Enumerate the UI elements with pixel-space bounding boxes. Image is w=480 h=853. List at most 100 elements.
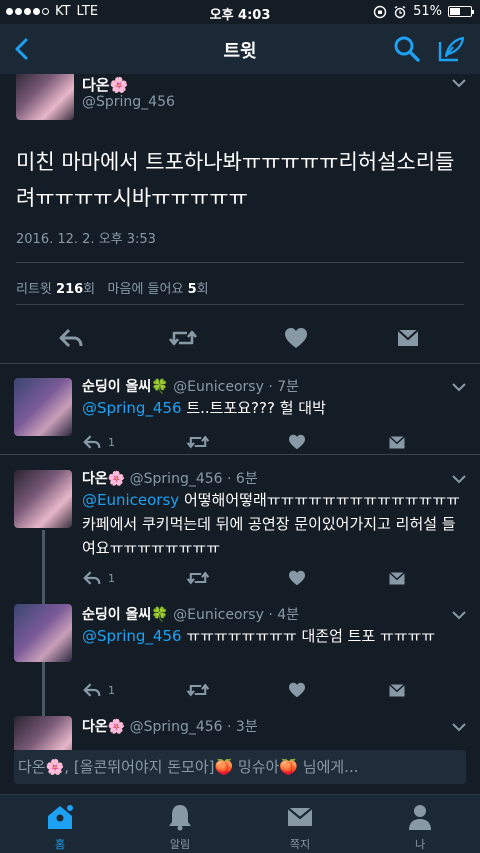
reply-header: 다온🌸 @Spring_456 · 6분 — [82, 468, 258, 488]
retweet-action[interactable] — [186, 568, 210, 588]
mention-link[interactable]: @Euniceorsy — [82, 491, 179, 509]
like-action[interactable] — [288, 432, 306, 452]
tab-bar: 홈 알림 쪽지 나 — [0, 794, 480, 853]
reply-tweet[interactable]: 다온🌸 @Spring_456 · 6분 @Euniceorsy 어떻해어떻래ㅠ… — [0, 466, 480, 596]
tweet-detail-view[interactable]: 다온🌸 @Spring_456 미친 마마에서 트포하나봐ㅠㅠㅠㅠㅠ리허설소리들… — [0, 74, 480, 750]
avatar[interactable] — [14, 604, 72, 662]
chevron-down-icon[interactable] — [452, 78, 466, 88]
reply-text: @Spring_456 ㅠㅠㅠㅠㅠㅠㅠㅠ 대존엄 트포 ㅠㅠㅠㅠ — [82, 627, 436, 645]
retweet-action[interactable] — [186, 680, 210, 700]
search-icon[interactable] — [392, 34, 422, 64]
reply-actions: 1 — [82, 680, 422, 700]
retweet-icon[interactable] — [186, 682, 210, 698]
reply-header: 다온🌸 @Spring_456 · 3분 — [82, 716, 258, 736]
retweet-icon[interactable] — [168, 328, 198, 348]
divider — [16, 262, 464, 263]
avatar[interactable] — [14, 716, 72, 750]
divider — [0, 454, 480, 455]
retweet-icon[interactable] — [186, 434, 210, 450]
author-meta: @Spring_456 · 6분 — [129, 471, 258, 487]
author-meta: @Euniceorsy · 4분 — [173, 607, 300, 623]
author-handle[interactable]: @Spring_456 — [82, 94, 175, 110]
reply-action[interactable]: 1 — [82, 568, 115, 588]
tab-notifications[interactable]: 알림 — [150, 803, 210, 852]
chevron-down-icon[interactable] — [452, 382, 466, 392]
tweet-stats: 리트윗 216회 마음에 들어요 5회 — [16, 278, 209, 297]
author-name[interactable]: 다온🌸 — [82, 471, 125, 487]
avatar[interactable] — [14, 470, 72, 528]
tweet-timestamp: 2016. 12. 2. 오후 3:53 — [16, 232, 156, 247]
message-action[interactable] — [388, 432, 406, 452]
reply-icon[interactable] — [82, 682, 102, 698]
author-name[interactable]: 순딩이 올씨🍀 — [82, 379, 169, 395]
reply-text: @Euniceorsy 어떻해어떻래ㅠㅠㅠㅠㅠㅠㅠㅠㅠㅠㅠㅠㅠㅠ카페에서 쿠키먹… — [82, 491, 460, 557]
message-icon[interactable] — [388, 683, 406, 698]
reply-actions: 1 — [82, 568, 422, 588]
battery-icon — [448, 6, 474, 17]
like-action[interactable] — [288, 680, 306, 700]
heart-icon[interactable] — [288, 570, 306, 586]
reply-tweet[interactable]: 순딩이 올씨🍀 @Euniceorsy · 7분 @Spring_456 트..… — [0, 374, 480, 462]
tweet-text: 미친 마마에서 트포하나봐ㅠㅠㅠㅠㅠ리허설소리들려ㅠㅠㅠㅠ시바ㅠㅠㅠㅠㅠ — [16, 150, 455, 210]
tab-me[interactable]: 나 — [390, 803, 450, 852]
message-action[interactable] — [388, 568, 406, 588]
reply-count: 1 — [108, 435, 115, 449]
nav-bar: 트윗 — [0, 24, 480, 74]
tab-label: 쪽지 — [289, 838, 311, 851]
message-icon[interactable] — [388, 571, 406, 586]
tab-label: 홈 — [54, 838, 66, 851]
reply-tweet[interactable]: 순딩이 올씨🍀 @Euniceorsy · 4분 @Spring_456 ㅠㅠㅠ… — [0, 602, 480, 702]
author-meta: @Spring_456 · 3분 — [129, 719, 258, 735]
reply-action[interactable]: 1 — [82, 432, 115, 452]
message-icon[interactable] — [396, 328, 420, 348]
message-icon — [287, 807, 313, 826]
reply-header: 순딩이 올씨🍀 @Euniceorsy · 7분 — [82, 376, 299, 396]
like-stat[interactable]: 마음에 들어요 5회 — [108, 282, 209, 297]
status-right: 51% — [373, 4, 474, 19]
avatar[interactable] — [16, 74, 74, 120]
mention-link[interactable]: @Spring_456 — [82, 627, 182, 645]
retweet-stat[interactable]: 리트윗 216회 — [16, 282, 95, 297]
reply-count: 1 — [108, 683, 115, 697]
chevron-down-icon[interactable] — [452, 722, 466, 732]
chevron-down-icon[interactable] — [452, 610, 466, 620]
author-name[interactable]: 다온🌸 — [82, 74, 128, 95]
reply-action[interactable]: 1 — [82, 680, 115, 700]
chevron-down-icon[interactable] — [452, 474, 466, 484]
author-meta: @Euniceorsy · 7분 — [173, 379, 300, 395]
bell-icon — [169, 805, 191, 831]
heart-icon[interactable] — [284, 327, 308, 349]
reply-text: @Spring_456 트..트포요??? 헐 대박 — [82, 399, 326, 417]
tab-label: 알림 — [169, 838, 191, 851]
reply-icon[interactable] — [82, 570, 102, 586]
home-icon — [48, 805, 73, 829]
message-icon[interactable] — [388, 435, 406, 450]
reply-icon[interactable] — [82, 434, 102, 450]
heart-icon[interactable] — [288, 434, 306, 450]
author-name[interactable]: 다온🌸 — [82, 719, 125, 735]
retweet-action[interactable] — [186, 432, 210, 452]
main-tweet: 다온🌸 @Spring_456 미친 마마에서 트포하나봐ㅠㅠㅠㅠㅠ리허설소리들… — [0, 74, 480, 364]
person-icon — [409, 805, 431, 830]
reply-count: 1 — [108, 571, 115, 585]
reply-input[interactable]: 다온🌸, [올콘뛰어야지 돈모아]🍑 밍슈아🍑 님에게... — [14, 750, 466, 784]
status-bar: KT LTE 오후 4:03 51% — [0, 0, 480, 24]
main-tweet-actions — [0, 324, 480, 354]
tab-home[interactable]: 홈 — [30, 803, 90, 852]
reply-tweet[interactable]: 다온🌸 @Spring_456 · 3분 — [0, 714, 480, 750]
rotation-lock-icon — [373, 5, 387, 18]
reply-header: 순딩이 올씨🍀 @Euniceorsy · 4분 — [82, 604, 299, 624]
divider — [16, 304, 464, 305]
alarm-icon — [394, 5, 406, 18]
avatar[interactable] — [14, 378, 72, 436]
reply-icon[interactable] — [58, 327, 84, 349]
heart-icon[interactable] — [288, 682, 306, 698]
retweet-icon[interactable] — [186, 570, 210, 586]
reply-actions: 1 — [82, 432, 422, 452]
author-name[interactable]: 순딩이 올씨🍀 — [82, 607, 169, 623]
mention-link[interactable]: @Spring_456 — [82, 399, 182, 417]
like-action[interactable] — [288, 568, 306, 588]
compose-tweet-icon[interactable] — [436, 34, 466, 64]
tab-messages[interactable]: 쪽지 — [270, 803, 330, 852]
message-action[interactable] — [388, 680, 406, 700]
